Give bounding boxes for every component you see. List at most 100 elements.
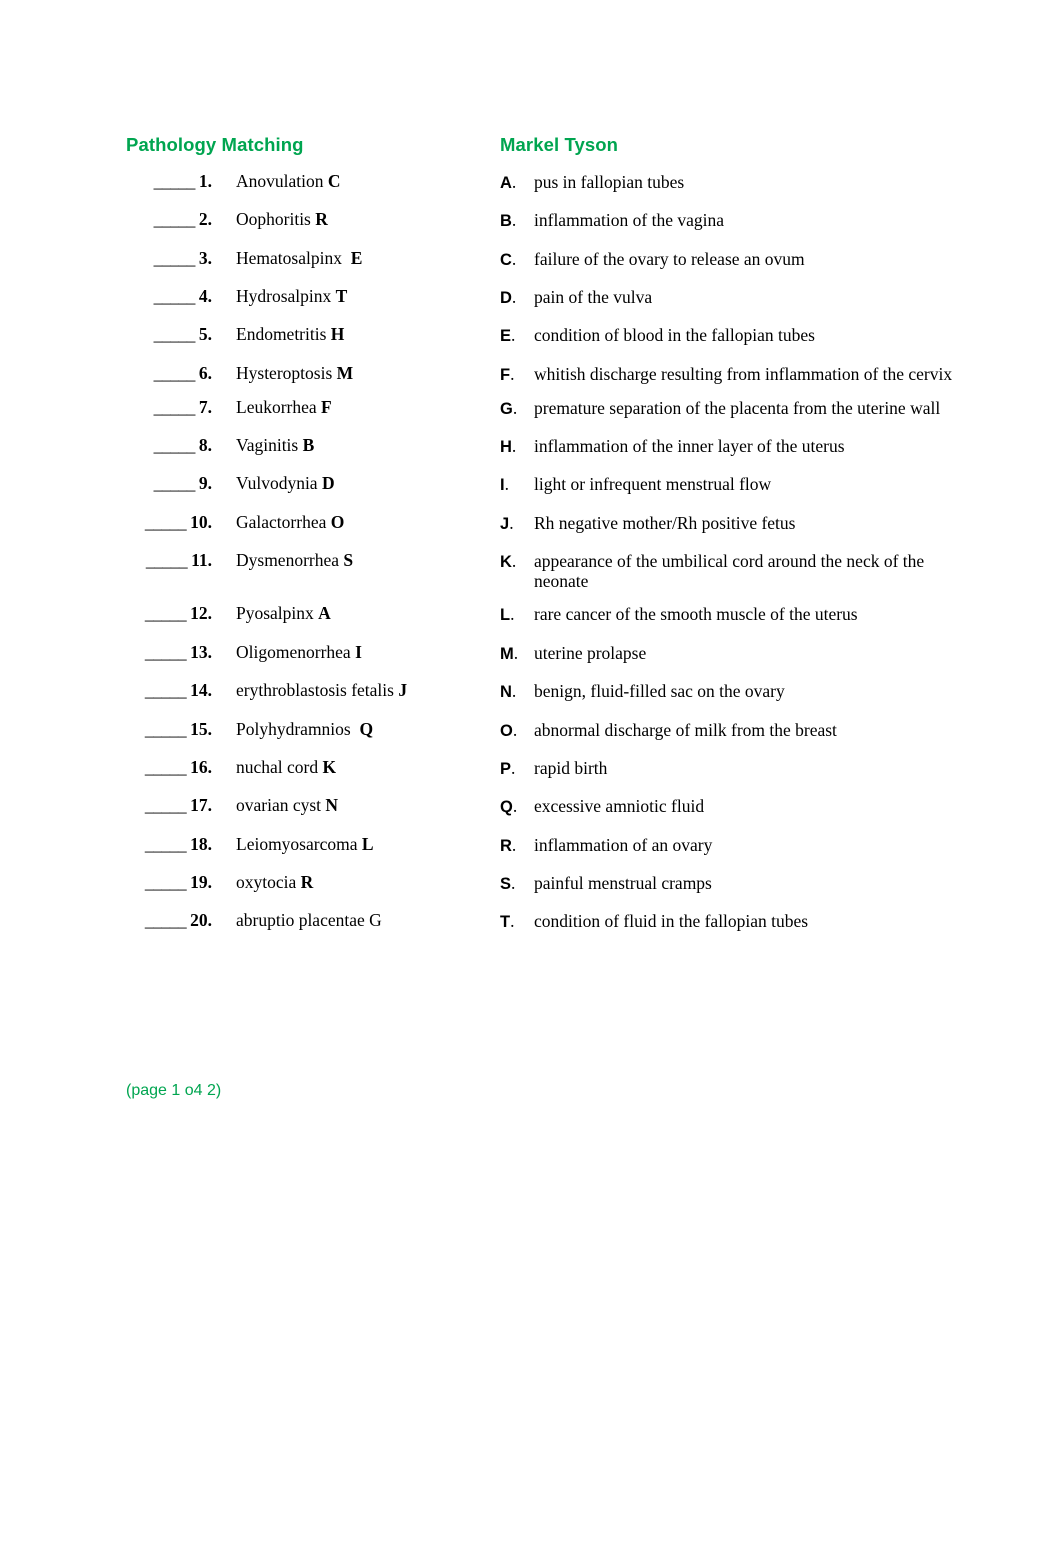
term-text: Leiomyosarcoma — [236, 833, 362, 854]
definition-letter-char: T — [500, 913, 511, 932]
term-text: oxytocia — [236, 871, 301, 892]
definition-letter: A. — [500, 172, 530, 193]
definition-letter-char: P — [500, 759, 512, 778]
answer-blank-and-number: _____ 14. — [126, 680, 212, 701]
answer-blank[interactable]: _____ — [154, 324, 196, 345]
answer-blank[interactable]: _____ — [146, 550, 188, 570]
answer-blank[interactable]: _____ — [145, 834, 187, 854]
definition-text: appearance of the umbilical cord around … — [534, 551, 925, 592]
term-cell: _____ 10. Galactorrhea O — [126, 512, 500, 533]
term-answer: K — [322, 756, 337, 777]
definition-letter: T. — [500, 911, 530, 932]
answer-blank-and-number: _____ 6. — [126, 363, 212, 384]
matching-exercise: _____ 1. Anovulation C A. pus in fallopian t… — [126, 171, 1006, 950]
answer-blank[interactable]: _____ — [154, 209, 196, 230]
matching-row: _____ 4. Hydrosalpinx T D. pain of the vulva — [126, 286, 1006, 308]
answer-blank[interactable]: _____ — [154, 473, 196, 494]
definition-cell: C. failure of the ovary to release an ovu… — [500, 249, 1006, 270]
answer-blank[interactable]: _____ — [154, 363, 196, 383]
answer-blank-and-number: _____ 4. — [126, 286, 212, 307]
answer-blank[interactable]: _____ — [154, 286, 196, 306]
answer-blank[interactable]: _____ — [145, 680, 187, 700]
term-number: 9. — [198, 473, 212, 494]
term-label: Endometritis H — [212, 325, 344, 345]
answer-blank[interactable]: _____ — [145, 795, 187, 815]
term-label: Vulvodynia D — [212, 474, 335, 494]
answer-blank[interactable]: _____ — [145, 603, 187, 624]
term-answer: H — [330, 324, 345, 345]
answer-blank[interactable]: _____ — [145, 910, 187, 931]
answer-blank-and-number: _____ 19. — [126, 871, 212, 893]
term-cell: _____ 12. Pyosalpinx A — [126, 604, 500, 624]
definition-letter-char: F — [500, 365, 511, 384]
answer-blank[interactable]: _____ — [145, 872, 187, 892]
term-cell: _____ 16. nuchal cord K — [126, 756, 500, 778]
term-cell: _____ 14. erythroblastosis fetalis J — [126, 680, 500, 701]
definition-letter: I. — [500, 474, 530, 495]
definition-cell: R. inflammation of an ovary — [500, 835, 1006, 856]
term-text: Dysmenorrhea — [236, 550, 344, 571]
definition-letter-char: J — [500, 514, 510, 533]
term-cell: _____ 3. Hematosalpinx E — [126, 247, 500, 269]
term-answer: B — [302, 435, 315, 456]
definition-letter-period: . — [511, 436, 517, 457]
term-text: Anovulation — [236, 171, 328, 191]
term-text: Oophoritis — [236, 209, 316, 230]
term-label: abruptio placentae G — [212, 911, 382, 931]
term-number: 19. — [190, 871, 212, 892]
term-number: 17. — [190, 795, 212, 816]
term-number: 7. — [198, 396, 212, 417]
definition-letter-period: . — [511, 757, 516, 778]
definition-letter-period: . — [512, 397, 518, 418]
matching-row: _____ 6. Hysteroptosis M F. whitish discharg… — [126, 362, 1006, 385]
term-label: Dysmenorrhea S — [212, 550, 353, 571]
matching-row: _____ 9. Vulvodynia D I. light or infrequent… — [126, 474, 1006, 495]
term-label: Pyosalpinx A — [212, 604, 331, 624]
term-text: Oligomenorrhea — [236, 641, 356, 662]
answer-blank[interactable]: _____ — [145, 512, 187, 532]
answer-blank[interactable]: _____ — [154, 248, 196, 268]
definition-letter-char: B — [500, 212, 512, 231]
answer-blank-and-number: _____ 16. — [126, 757, 212, 778]
answer-blank[interactable]: _____ — [145, 757, 187, 777]
term-number: 15. — [190, 718, 212, 739]
definition-cell: J. Rh negative mother/Rh positive fetus — [500, 513, 1006, 534]
definition-letter: H. — [500, 436, 530, 457]
answer-blank[interactable]: _____ — [154, 435, 196, 455]
definition-letter: M. — [500, 643, 530, 664]
term-answer: D — [321, 473, 335, 494]
answer-blank-and-number: _____ 3. — [126, 247, 212, 269]
answer-blank-and-number: _____ 7. — [126, 396, 212, 418]
definition-cell: T. condition of fluid in the fallopian tu… — [500, 911, 1006, 932]
term-number: 13. — [190, 641, 212, 662]
definition-letter-char: O — [500, 721, 513, 740]
term-label: Hysteroptosis M — [212, 362, 354, 384]
term-number: 4. — [198, 286, 212, 307]
page-footer: (page 1 o4 2) — [126, 1082, 222, 1099]
term-answer: Q — [359, 718, 374, 739]
definition-cell: I. light or infrequent menstrual flow — [500, 474, 1006, 495]
term-answer: I — [355, 641, 362, 662]
term-answer: M — [336, 362, 354, 383]
term-answer: R — [300, 871, 314, 892]
term-cell: _____ 5. Endometritis H — [126, 325, 500, 345]
term-label: Leukorrhea F — [212, 397, 332, 418]
answer-blank[interactable]: _____ — [145, 642, 187, 662]
answer-blank-and-number: _____ 5. — [126, 325, 212, 345]
term-text: nuchal cord — [236, 756, 323, 777]
definition-letter: S. — [500, 873, 530, 894]
definition-cell: Q. excessive amniotic fluid — [500, 796, 1006, 817]
answer-blank-and-number: _____ 13. — [126, 641, 212, 663]
term-label: Vaginitis B — [212, 435, 315, 456]
term-text: erythroblastosis fetalis — [236, 680, 399, 701]
term-number: 5. — [198, 324, 212, 345]
answer-blank[interactable]: _____ — [145, 719, 187, 739]
term-answer: A — [318, 603, 331, 624]
answer-blank-and-number: _____ 12. — [126, 604, 212, 624]
definition-text: failure of the ovary to release an ovum — [534, 248, 805, 269]
answer-blank[interactable]: _____ — [154, 397, 196, 417]
definition-letter-period: . — [513, 642, 519, 663]
answer-blank[interactable]: _____ — [154, 171, 196, 191]
definition-letter-char: H — [500, 438, 512, 457]
term-number: 3. — [198, 247, 212, 268]
